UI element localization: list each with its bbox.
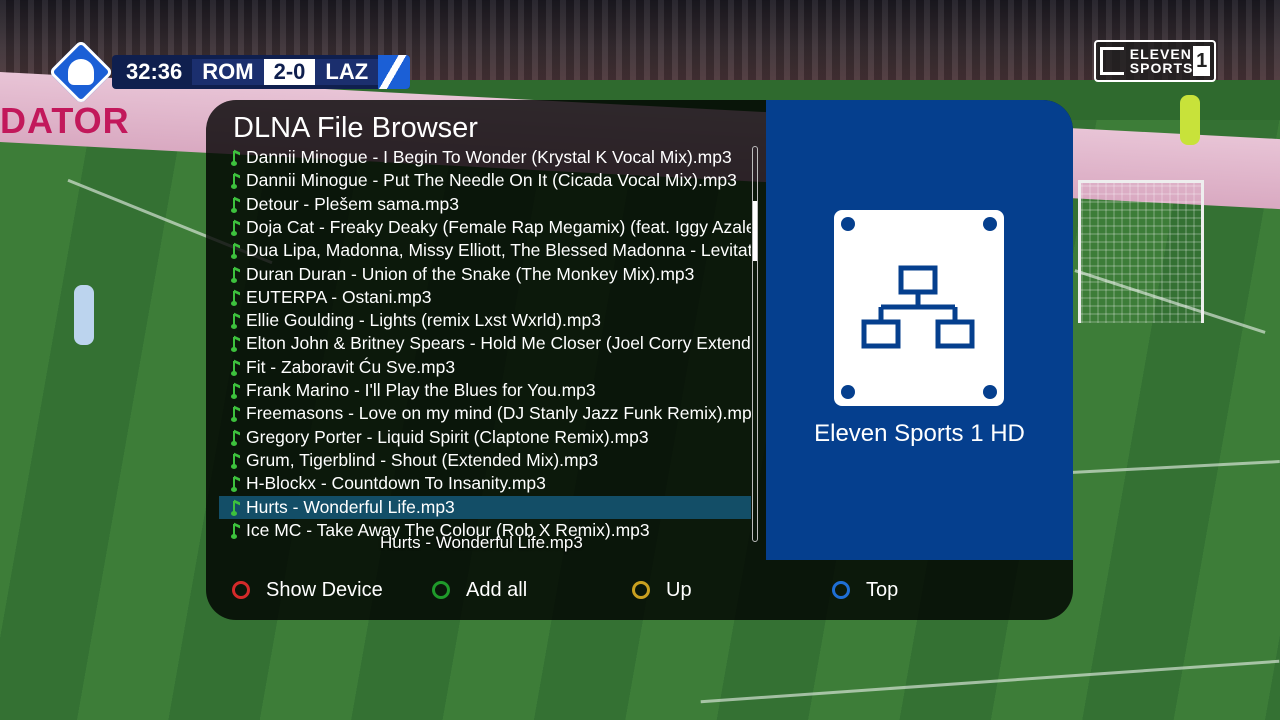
file-list-item[interactable]: Duran Duran - Union of the Snake (The Mo… <box>219 263 751 286</box>
music-note-icon <box>231 242 243 260</box>
file-list-item[interactable]: H-Blockx - Countdown To Insanity.mp3 <box>219 472 751 495</box>
file-name: Dannii Minogue - I Begin To Wonder (Krys… <box>246 147 732 167</box>
file-name: EUTERPA - Ostani.mp3 <box>246 287 432 307</box>
file-list-item[interactable]: Freemasons - Love on my mind (DJ Stanly … <box>219 402 751 425</box>
channel-logo: ELEVEN SPORTS 1 <box>1094 40 1216 82</box>
show-device-button[interactable]: Show Device <box>232 560 383 620</box>
channel-logo-number: 1 <box>1193 46 1210 76</box>
music-note-icon <box>231 289 243 307</box>
show-device-label: Show Device <box>266 578 383 601</box>
file-name: Dannii Minogue - Put The Needle On It (C… <box>246 170 737 190</box>
file-name: H-Blockx - Countdown To Insanity.mp3 <box>246 473 546 493</box>
channel-logo-line1: ELEVEN <box>1129 46 1192 62</box>
file-name: Gregory Porter - Liquid Spirit (Claptone… <box>246 427 649 447</box>
top-label: Top <box>866 578 899 601</box>
yellow-button-icon <box>632 581 650 599</box>
goal-net <box>1078 180 1204 323</box>
file-list-item[interactable]: EUTERPA - Ostani.mp3 <box>219 286 751 309</box>
file-name: Detour - Plešem sama.mp3 <box>246 194 459 214</box>
file-name: Elton John & Britney Spears - Hold Me Cl… <box>246 333 751 353</box>
music-note-icon <box>231 452 243 470</box>
music-note-icon <box>231 266 243 284</box>
music-note-icon <box>231 475 243 493</box>
green-button-icon <box>432 581 450 599</box>
file-list-item[interactable]: Dannii Minogue - Put The Needle On It (C… <box>219 169 751 192</box>
player-figure <box>74 285 94 345</box>
team-flag-icon <box>378 55 411 89</box>
device-name: Eleven Sports 1 HD <box>814 420 1025 447</box>
file-list[interactable]: Dannii Minogue - I Begin To Wonder (Krys… <box>219 146 751 544</box>
file-list-item[interactable]: Grum, Tigerblind - Shout (Extended Mix).… <box>219 449 751 472</box>
file-name: Fit - Zaboravit Ću Sve.mp3 <box>246 357 456 377</box>
selected-file-tooltip: Hurts - Wonderful Life.mp3 <box>380 533 583 552</box>
blue-button-icon <box>832 581 850 599</box>
music-note-icon <box>231 312 243 330</box>
file-name: Frank Marino - I'll Play the Blues for Y… <box>246 380 596 400</box>
up-button[interactable]: Up <box>632 560 692 620</box>
file-name: Duran Duran - Union of the Snake (The Mo… <box>246 264 695 284</box>
music-note-icon <box>231 172 243 190</box>
file-name: Grum, Tigerblind - Shout (Extended Mix).… <box>246 450 599 470</box>
music-note-icon <box>231 219 243 237</box>
home-team: ROM <box>192 59 264 85</box>
top-button[interactable]: Top <box>832 560 898 620</box>
network-tree-icon <box>861 265 975 349</box>
music-note-icon <box>231 382 243 400</box>
music-note-icon <box>231 429 243 447</box>
dlna-browser-panel: DLNA File Browser Dannii Minogue - I Beg… <box>206 100 1073 620</box>
music-note-icon <box>231 335 243 353</box>
file-list-item[interactable]: Doja Cat - Freaky Deaky (Female Rap Mega… <box>219 216 751 239</box>
advertising-board-text: DATOR <box>0 100 130 141</box>
file-name: Hurts - Wonderful Life.mp3 <box>246 497 455 517</box>
file-name: Freemasons - Love on my mind (DJ Stanly … <box>246 403 751 423</box>
file-list-item[interactable]: Gregory Porter - Liquid Spirit (Claptone… <box>219 426 751 449</box>
music-note-icon <box>231 405 243 423</box>
device-card <box>834 210 1004 406</box>
file-name: Dua Lipa, Madonna, Missy Elliott, The Bl… <box>246 240 751 260</box>
file-list-item[interactable]: Detour - Plešem sama.mp3 <box>219 193 751 216</box>
scrollbar-thumb[interactable] <box>753 201 757 261</box>
music-note-icon <box>231 522 243 540</box>
footer-buttons: Show Device Add all Up Top <box>206 560 1073 620</box>
away-team: LAZ <box>315 59 379 85</box>
add-all-label: Add all <box>466 578 528 601</box>
score-result: 2-0 <box>263 59 316 85</box>
file-name: Doja Cat - Freaky Deaky (Female Rap Mega… <box>246 217 751 237</box>
eleven-e-icon <box>1100 47 1124 75</box>
file-list-item[interactable]: Frank Marino - I'll Play the Blues for Y… <box>219 379 751 402</box>
file-list-item[interactable]: Elton John & Britney Spears - Hold Me Cl… <box>219 332 751 355</box>
music-note-icon <box>231 499 243 517</box>
match-clock: 32:36 <box>112 59 193 85</box>
file-list-item[interactable]: Dannii Minogue - I Begin To Wonder (Krys… <box>219 146 751 169</box>
red-button-icon <box>232 581 250 599</box>
file-list-item[interactable]: Hurts - Wonderful Life.mp3 <box>219 496 751 519</box>
device-info-pane: Eleven Sports 1 HD <box>766 100 1073 560</box>
player-figure <box>1180 95 1200 145</box>
music-note-icon <box>231 196 243 214</box>
add-all-button[interactable]: Add all <box>432 560 527 620</box>
file-list-item[interactable]: Ellie Goulding - Lights (remix Lxst Wxrl… <box>219 309 751 332</box>
scoreboard: 32:36 ROM 2-0 LAZ <box>48 39 411 105</box>
file-name: Ellie Goulding - Lights (remix Lxst Wxrl… <box>246 310 601 330</box>
up-label: Up <box>666 578 692 601</box>
channel-logo-line2: SPORTS <box>1129 60 1194 76</box>
music-note-icon <box>231 359 243 377</box>
score-box: 32:36 ROM 2-0 LAZ <box>112 55 411 89</box>
panel-title: DLNA File Browser <box>233 112 478 144</box>
file-list-item[interactable]: Dua Lipa, Madonna, Missy Elliott, The Bl… <box>219 239 751 262</box>
file-list-item[interactable]: Fit - Zaboravit Ću Sve.mp3 <box>219 356 751 379</box>
scrollbar[interactable] <box>752 146 758 542</box>
music-note-icon <box>231 149 243 167</box>
